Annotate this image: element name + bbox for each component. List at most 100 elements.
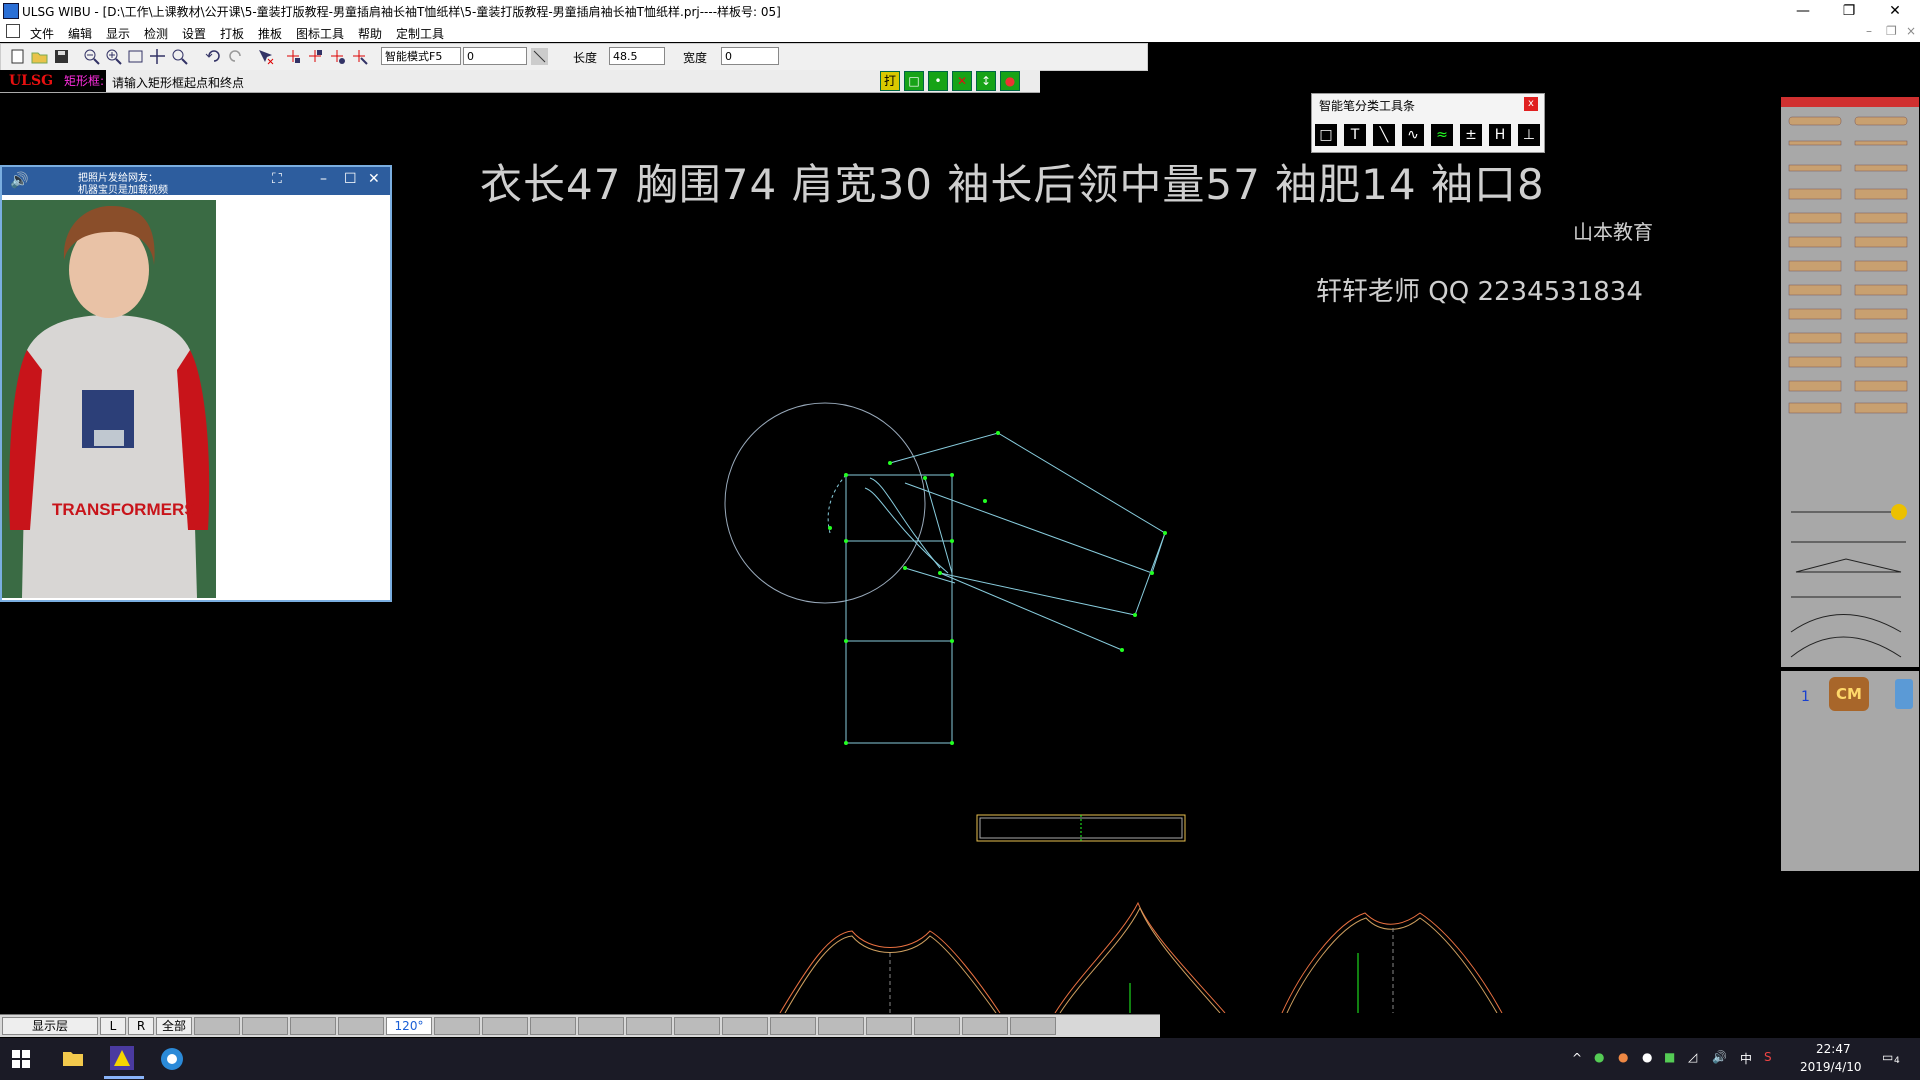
point-tool-2-icon[interactable] bbox=[307, 48, 324, 65]
smart-toolbar-close-icon[interactable]: x bbox=[1524, 97, 1538, 111]
sogou-icon[interactable]: S bbox=[1764, 1050, 1772, 1064]
browser-icon[interactable] bbox=[160, 1047, 184, 1071]
tray-chevron-icon[interactable]: ^ bbox=[1572, 1051, 1582, 1065]
menu-grading[interactable]: 推板 bbox=[258, 25, 282, 42]
snap-rect-button[interactable]: □ bbox=[904, 71, 924, 91]
layer-all-button[interactable]: 全部 bbox=[156, 1017, 192, 1035]
speaker-icon[interactable]: 🔊 bbox=[10, 171, 29, 189]
layer-slot-9[interactable] bbox=[626, 1017, 672, 1035]
perpendicular-tool-icon[interactable]: ⊥ bbox=[1518, 124, 1540, 146]
sleeve-circle bbox=[724, 402, 926, 604]
clock-date[interactable]: 2019/4/10 bbox=[1800, 1060, 1862, 1074]
video-minimize-icon[interactable]: – bbox=[320, 171, 327, 187]
redo-icon[interactable] bbox=[227, 48, 244, 65]
curve-tool-icon[interactable]: ∿ bbox=[1402, 124, 1424, 146]
video-close-icon[interactable]: ✕ bbox=[368, 171, 380, 187]
h-tool-icon[interactable]: H bbox=[1489, 124, 1511, 146]
ulsg-taskbar-icon[interactable] bbox=[110, 1046, 134, 1070]
doc-icon[interactable] bbox=[6, 24, 20, 38]
close-button[interactable]: ✕ bbox=[1872, 0, 1918, 22]
layer-slot-10[interactable] bbox=[674, 1017, 720, 1035]
layer-l-button[interactable]: L bbox=[100, 1017, 126, 1035]
snap-end-button[interactable]: ● bbox=[1000, 71, 1020, 91]
mdi-close-icon[interactable]: × bbox=[1906, 24, 1916, 38]
layer-slot-15[interactable] bbox=[914, 1017, 960, 1035]
cm-unit-button[interactable]: CM bbox=[1829, 677, 1869, 711]
menu-custom-tools[interactable]: 定制工具 bbox=[396, 25, 444, 42]
mdi-minimize-icon[interactable]: – bbox=[1866, 24, 1872, 38]
snap-point-button[interactable]: • bbox=[928, 71, 948, 91]
point-tool-3-icon[interactable] bbox=[329, 48, 346, 65]
layer-slot-11[interactable] bbox=[722, 1017, 768, 1035]
menu-help[interactable]: 帮助 bbox=[358, 25, 382, 42]
snap-print-button[interactable]: 打 bbox=[880, 71, 900, 91]
layer-slot-4[interactable] bbox=[338, 1017, 384, 1035]
notification-icon[interactable]: ▭ bbox=[1882, 1050, 1893, 1064]
menu-pattern[interactable]: 打板 bbox=[220, 25, 244, 42]
video-overlay-window[interactable]: 🔊 把照片发给网友： 机器宝贝是加载视频 ⛶ – ☐ ✕ TRANSFORMER… bbox=[0, 165, 392, 602]
snap-move-button[interactable]: ↕ bbox=[976, 71, 996, 91]
layer-slot-7[interactable] bbox=[530, 1017, 576, 1035]
select-delete-icon[interactable] bbox=[257, 48, 274, 65]
pan-icon[interactable] bbox=[149, 48, 166, 65]
show-layer-button[interactable]: 显示层 bbox=[2, 1017, 98, 1035]
zoom-window-icon[interactable] bbox=[127, 48, 144, 65]
tray-app3-icon[interactable]: ■ bbox=[1664, 1050, 1675, 1064]
menu-edit[interactable]: 编辑 bbox=[68, 25, 92, 42]
point-tool-icon[interactable] bbox=[285, 48, 302, 65]
new-file-icon[interactable] bbox=[9, 48, 26, 65]
layer-slot-14[interactable] bbox=[866, 1017, 912, 1035]
layer-slot-12[interactable] bbox=[770, 1017, 816, 1035]
menu-settings[interactable]: 设置 bbox=[182, 25, 206, 42]
wave-tool-icon[interactable]: ≈ bbox=[1431, 124, 1453, 146]
network-icon[interactable]: ◿ bbox=[1688, 1050, 1697, 1064]
width-input[interactable]: 0 bbox=[721, 47, 779, 65]
layer-slot-13[interactable] bbox=[818, 1017, 864, 1035]
layer-slot-8[interactable] bbox=[578, 1017, 624, 1035]
text-tool-icon[interactable]: T bbox=[1344, 124, 1366, 146]
layer-r-button[interactable]: R bbox=[128, 1017, 154, 1035]
rect-tool-icon[interactable]: □ bbox=[1315, 124, 1337, 146]
undo-icon[interactable] bbox=[205, 48, 222, 65]
layer-slot-16[interactable] bbox=[962, 1017, 1008, 1035]
mode-select[interactable]: 智能模式F5 bbox=[381, 47, 461, 65]
menu-view[interactable]: 显示 bbox=[106, 25, 130, 42]
open-folder-icon[interactable] bbox=[31, 48, 48, 65]
windows-start-icon[interactable] bbox=[12, 1050, 30, 1068]
save-icon[interactable] bbox=[53, 48, 70, 65]
zoom-in-icon[interactable] bbox=[105, 48, 122, 65]
ime-indicator[interactable]: 中 bbox=[1740, 1050, 1752, 1067]
menu-check[interactable]: 检测 bbox=[144, 25, 168, 42]
snap-cross-button[interactable]: ✕ bbox=[952, 71, 972, 91]
video-maximize-icon[interactable]: ☐ bbox=[344, 171, 357, 187]
layer-slot-3[interactable] bbox=[290, 1017, 336, 1035]
layer-slot-17[interactable] bbox=[1010, 1017, 1056, 1035]
maximize-button[interactable]: ❐ bbox=[1826, 0, 1872, 22]
line-tool-icon[interactable]: ╲ bbox=[1373, 124, 1395, 146]
zoom-out-icon[interactable] bbox=[83, 48, 100, 65]
fullscreen-icon[interactable]: ⛶ bbox=[272, 171, 282, 187]
layer-slot-6[interactable] bbox=[482, 1017, 528, 1035]
mdi-restore-icon[interactable]: ❐ bbox=[1886, 24, 1897, 38]
tray-app2-icon[interactable]: ● bbox=[1642, 1050, 1652, 1064]
minimize-button[interactable]: — bbox=[1780, 0, 1826, 22]
toggle-icon[interactable] bbox=[531, 48, 548, 65]
length-input[interactable]: 48.5 bbox=[609, 47, 665, 65]
value-field[interactable]: 0 bbox=[463, 47, 527, 65]
zoom-all-icon[interactable] bbox=[171, 48, 188, 65]
toolbar: 智能模式F5 0 长度 48.5 宽度 0 bbox=[0, 43, 1148, 71]
menu-file[interactable]: 文件 bbox=[30, 25, 54, 42]
layer-slot-5[interactable] bbox=[434, 1017, 480, 1035]
wechat-icon[interactable]: ● bbox=[1594, 1050, 1604, 1064]
tray-app-icon[interactable]: ● bbox=[1618, 1050, 1628, 1064]
layer-slot-2[interactable] bbox=[242, 1017, 288, 1035]
volume-icon[interactable]: 🔊 bbox=[1712, 1050, 1727, 1064]
menu-icon-tools[interactable]: 图标工具 bbox=[296, 25, 344, 42]
clock-time[interactable]: 22:47 bbox=[1816, 1042, 1851, 1056]
layer-slot-1[interactable] bbox=[194, 1017, 240, 1035]
angle-field[interactable]: 120° bbox=[386, 1017, 432, 1035]
measure-tool-icon[interactable]: ± bbox=[1460, 124, 1482, 146]
calculator-icon[interactable] bbox=[1895, 679, 1913, 709]
file-explorer-icon[interactable] bbox=[62, 1048, 84, 1068]
point-tool-4-icon[interactable] bbox=[351, 48, 368, 65]
